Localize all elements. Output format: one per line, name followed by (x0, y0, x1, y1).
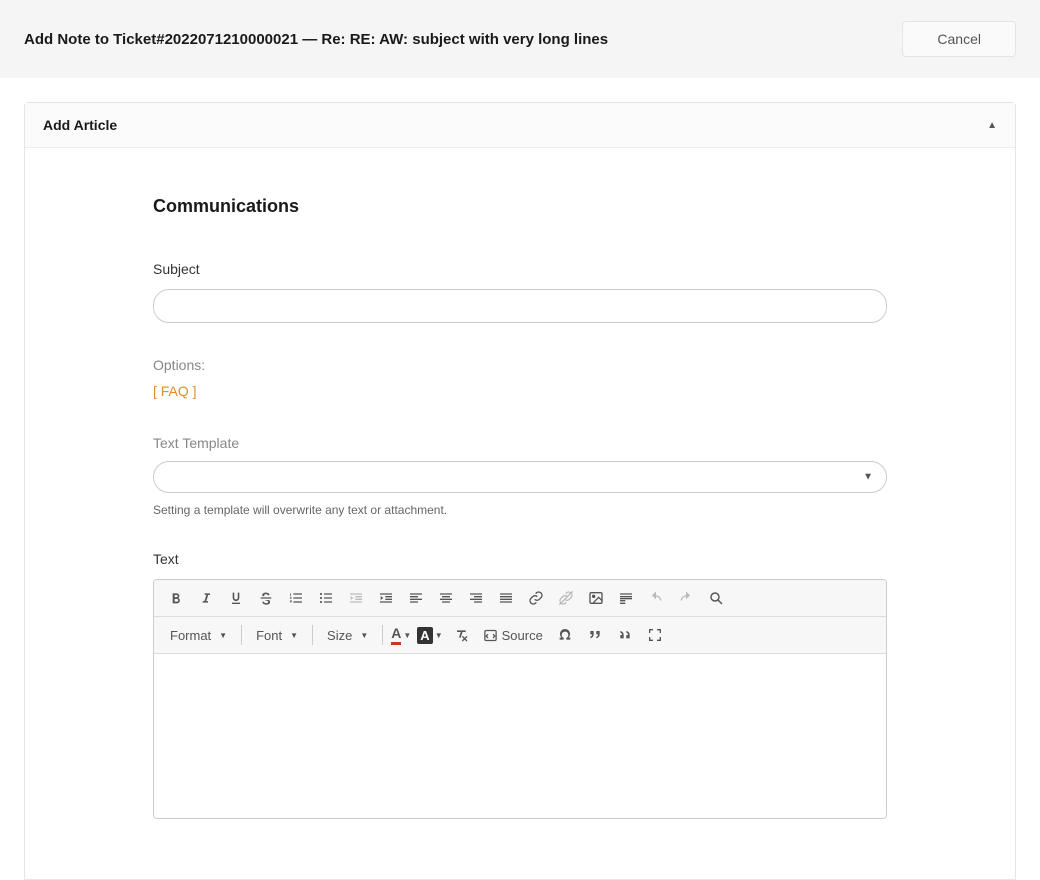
add-article-panel: Add Article ▲ Communications Subject Opt… (24, 102, 1016, 880)
undo-icon[interactable] (642, 584, 670, 612)
unordered-list-icon[interactable] (312, 584, 340, 612)
panel-title: Add Article (43, 117, 117, 133)
add-quote-icon[interactable] (581, 621, 609, 649)
modal-header: Add Note to Ticket#2022071210000021 — Re… (0, 0, 1040, 78)
redo-icon[interactable] (672, 584, 700, 612)
faq-link[interactable]: [ FAQ ] (153, 383, 197, 399)
rich-text-editor: Format▼ Font▼ Size▼ A ▼ (153, 579, 887, 819)
text-field-block: Text (153, 551, 887, 819)
chevron-up-icon: ▲ (987, 120, 997, 131)
editor-toolbar-row-2: Format▼ Font▼ Size▼ A ▼ (154, 617, 886, 654)
section-heading: Communications (153, 196, 887, 217)
subject-input[interactable] (153, 289, 887, 323)
options-block: Options: [ FAQ ] (153, 357, 887, 399)
link-icon[interactable] (522, 584, 550, 612)
toolbar-separator (241, 625, 242, 645)
bold-icon[interactable] (162, 584, 190, 612)
text-label: Text (153, 551, 887, 567)
text-color-icon[interactable]: A ▼ (389, 621, 413, 649)
remove-format-icon[interactable] (447, 621, 475, 649)
bg-color-icon[interactable]: A ▼ (415, 621, 444, 649)
format-dropdown[interactable]: Format▼ (162, 622, 235, 648)
remove-quote-icon[interactable] (611, 621, 639, 649)
align-center-icon[interactable] (432, 584, 460, 612)
unlink-icon[interactable] (552, 584, 580, 612)
toolbar-separator (312, 625, 313, 645)
align-right-icon[interactable] (462, 584, 490, 612)
horizontal-rule-icon[interactable] (612, 584, 640, 612)
italic-icon[interactable] (192, 584, 220, 612)
panel-header-toggle[interactable]: Add Article ▲ (25, 103, 1015, 148)
template-select[interactable] (153, 461, 887, 493)
cancel-button[interactable]: Cancel (902, 21, 1016, 57)
ordered-list-icon[interactable] (282, 584, 310, 612)
image-icon[interactable] (582, 584, 610, 612)
page-title: Add Note to Ticket#2022071210000021 — Re… (24, 31, 608, 48)
outdent-icon[interactable] (342, 584, 370, 612)
source-button[interactable]: Source (477, 621, 549, 649)
template-label: Text Template (153, 435, 887, 451)
align-left-icon[interactable] (402, 584, 430, 612)
find-icon[interactable] (702, 584, 730, 612)
font-dropdown[interactable]: Font▼ (248, 622, 306, 648)
underline-icon[interactable] (222, 584, 250, 612)
strikethrough-icon[interactable] (252, 584, 280, 612)
editor-textarea[interactable] (154, 654, 886, 818)
template-field-block: Text Template ▼ Setting a template will … (153, 435, 887, 517)
indent-icon[interactable] (372, 584, 400, 612)
template-hint: Setting a template will overwrite any te… (153, 503, 887, 517)
special-char-icon[interactable] (551, 621, 579, 649)
align-justify-icon[interactable] (492, 584, 520, 612)
toolbar-separator (382, 625, 383, 645)
options-label: Options: (153, 357, 887, 373)
editor-toolbar-row-1 (154, 580, 886, 617)
panel-body: Communications Subject Options: [ FAQ ] … (25, 148, 1015, 879)
maximize-icon[interactable] (641, 621, 669, 649)
subject-label: Subject (153, 261, 887, 277)
subject-field-block: Subject (153, 261, 887, 323)
size-dropdown[interactable]: Size▼ (319, 622, 376, 648)
